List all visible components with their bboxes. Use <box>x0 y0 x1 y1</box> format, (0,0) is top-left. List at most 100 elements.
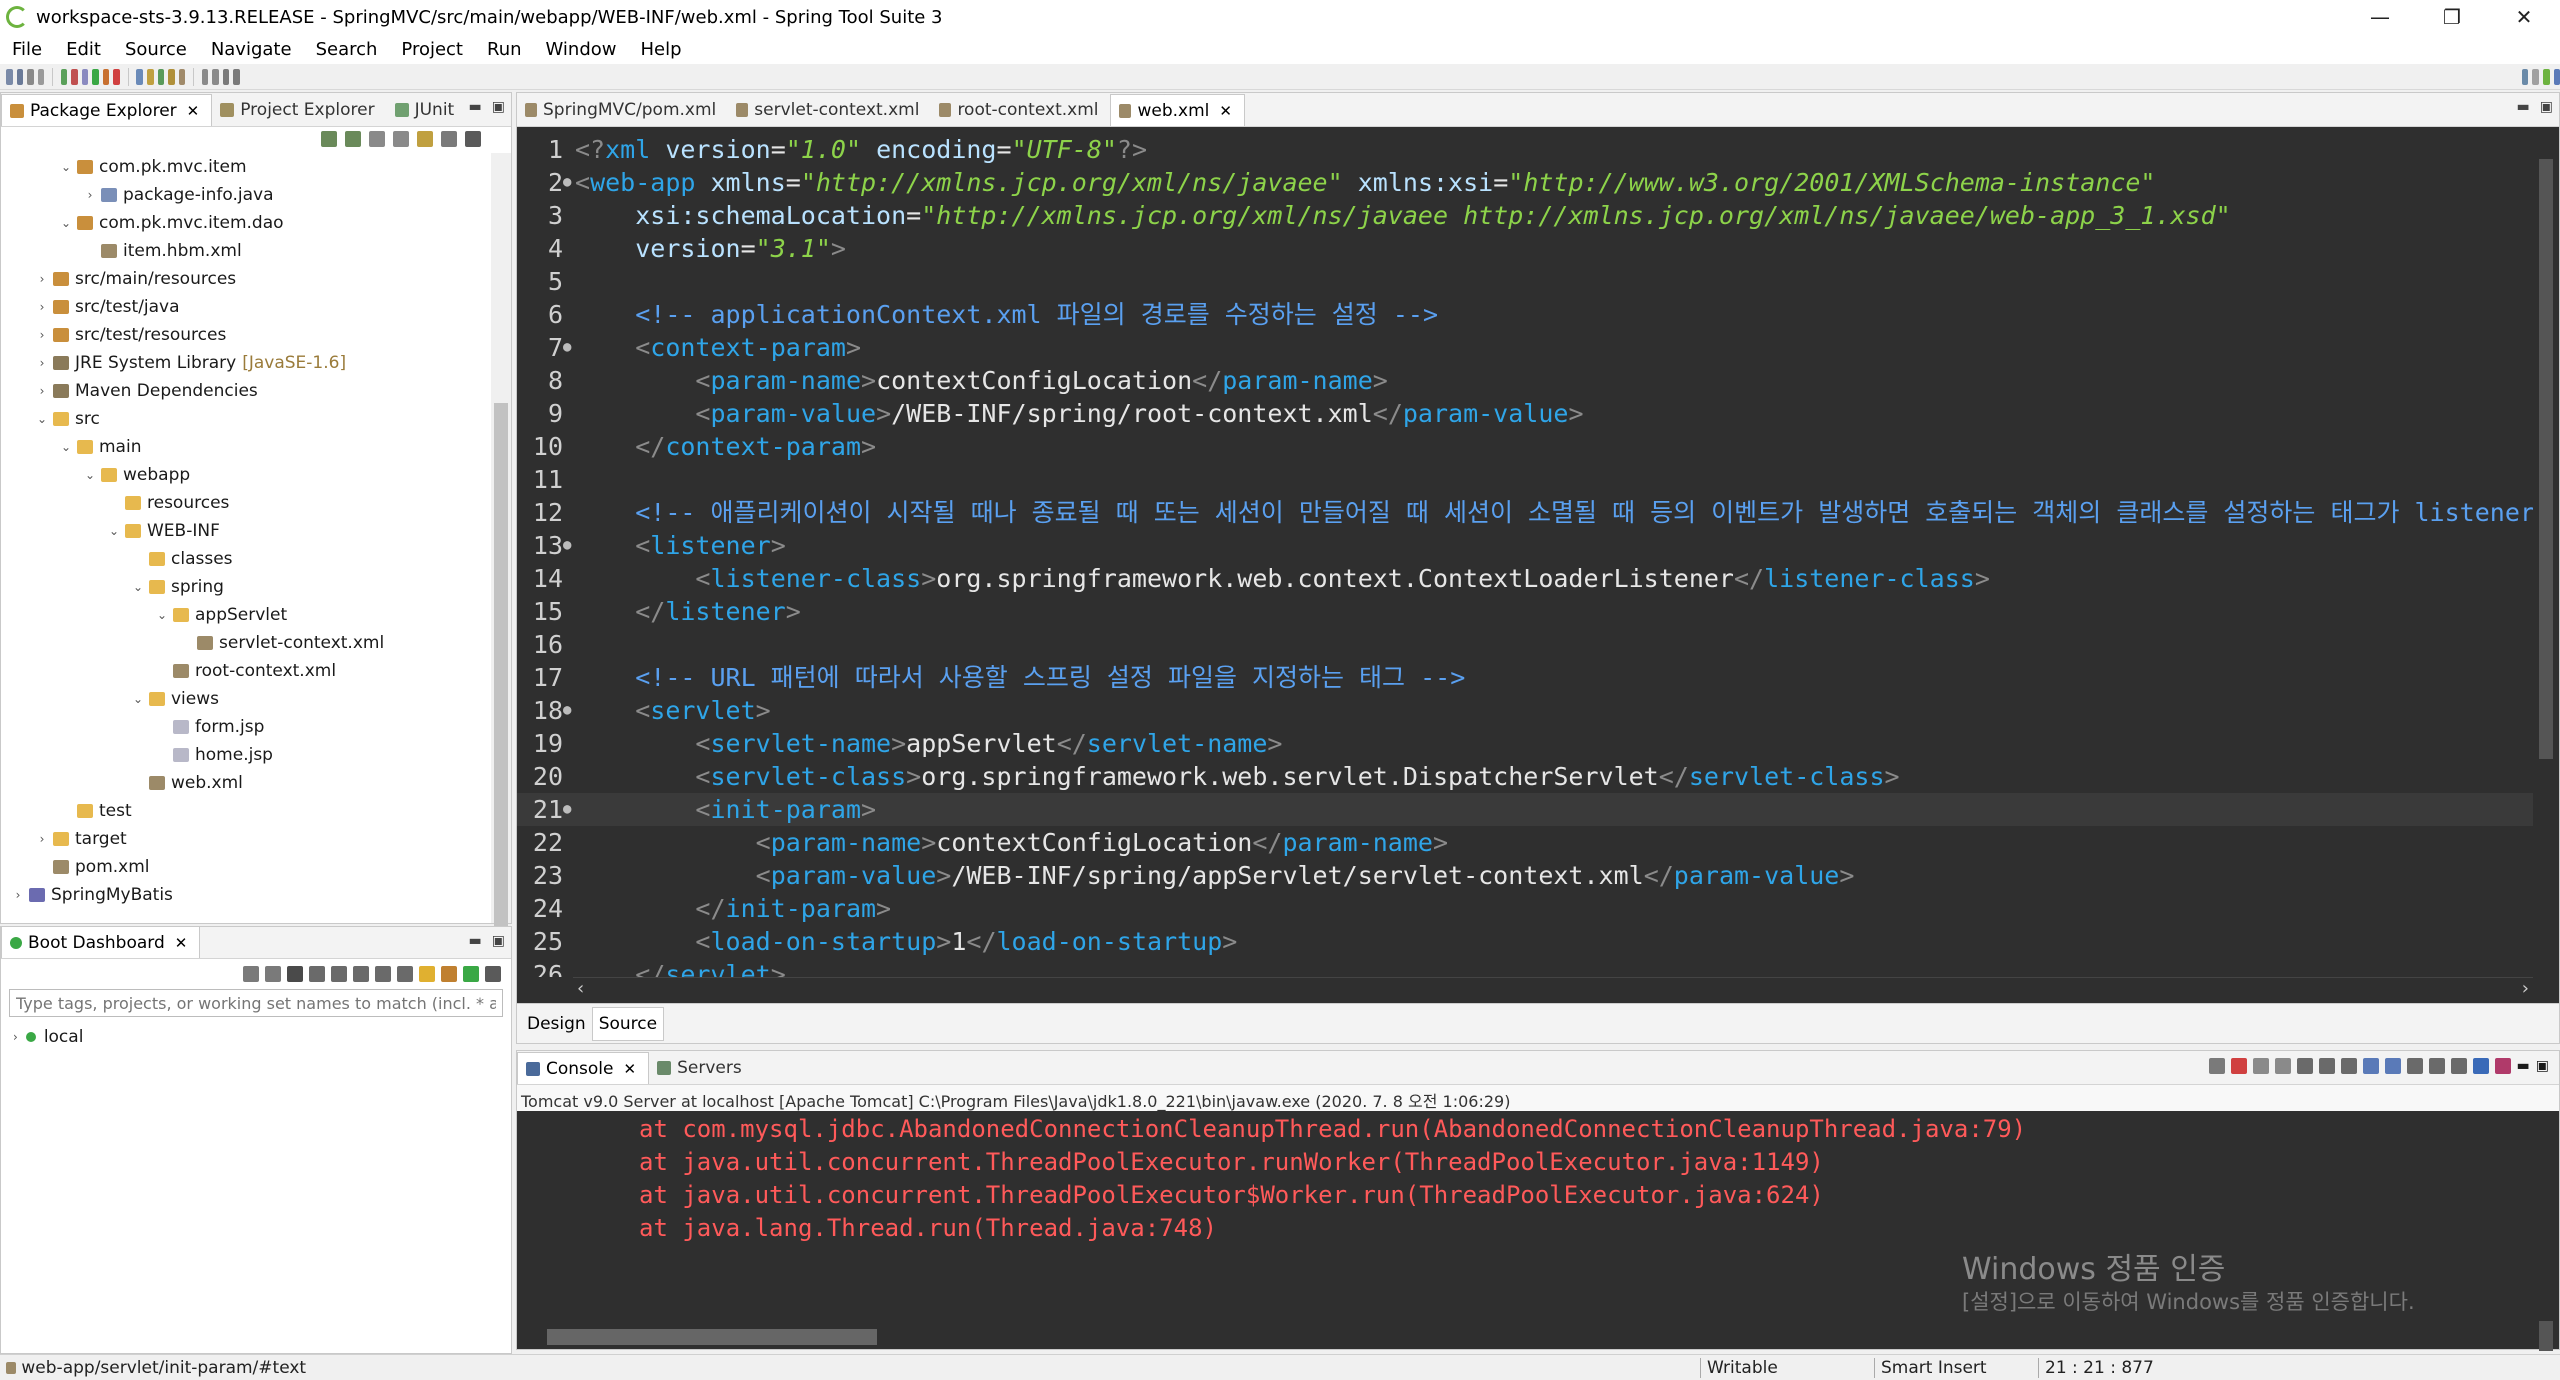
code-line[interactable]: 3 xsi:schemaLocation="http://xmlns.jcp.o… <box>517 199 2533 232</box>
close-icon[interactable]: ✕ <box>624 1060 637 1078</box>
close-window-button[interactable]: ✕ <box>2488 0 2560 34</box>
chevron-right-icon[interactable]: › <box>83 188 97 202</box>
chevron-down-icon[interactable]: ⌄ <box>59 440 73 454</box>
editor-vertical-scrollbar[interactable] <box>2533 129 2559 977</box>
tree-item[interactable]: › src/main/resources <box>35 265 237 293</box>
new-java-project-icon[interactable] <box>136 68 143 85</box>
close-icon[interactable]: ✕ <box>1219 102 1232 120</box>
code-line[interactable]: 9 <param-value>/WEB-INF/spring/root-cont… <box>517 397 2533 430</box>
chevron-right-icon[interactable]: › <box>35 356 49 370</box>
editor-horizontal-scrollbar[interactable]: ‹ › <box>573 977 2533 1001</box>
editor-tab[interactable]: SpringMVC/pom.xml <box>517 94 728 126</box>
tab-project-explorer[interactable]: Project Explorer <box>212 94 386 126</box>
run-icon[interactable] <box>92 68 99 85</box>
chevron-down-icon[interactable]: ⌄ <box>107 524 121 538</box>
code-line[interactable]: 1 <?xml version="1.0" encoding="UTF-8"?> <box>517 133 2533 166</box>
tree-item[interactable]: › src/test/java <box>35 293 180 321</box>
code-line[interactable]: 4 version="3.1"> <box>517 232 2533 265</box>
tree-item[interactable]: ⌄ views <box>131 685 219 713</box>
code-line[interactable]: 24 </init-param> <box>517 892 2533 925</box>
forward-icon[interactable] <box>345 131 361 147</box>
code-line[interactable]: 11 <box>517 463 2533 496</box>
search-icon[interactable] <box>2521 68 2529 85</box>
search-tool-icon[interactable] <box>178 68 186 85</box>
view-menu-icon[interactable] <box>465 131 481 147</box>
chevron-down-icon[interactable]: ⌄ <box>155 608 169 622</box>
console-vertical-scrollbar[interactable] <box>2533 1111 2559 1351</box>
scrollbar-thumb[interactable] <box>2539 1321 2553 1351</box>
remove-all-icon[interactable] <box>2274 1058 2291 1074</box>
chevron-down-icon[interactable]: ⌄ <box>59 216 73 230</box>
link-with-editor-icon[interactable] <box>417 131 433 147</box>
maximize-panel-icon[interactable]: ▣ <box>2536 1058 2549 1074</box>
display-selected-console-icon[interactable] <box>2428 1058 2445 1074</box>
menu-window[interactable]: Window <box>538 39 633 60</box>
tree-item[interactable]: resources <box>107 489 229 517</box>
new-class-icon[interactable] <box>157 68 165 85</box>
fold-marker-icon[interactable]: ● <box>563 694 575 727</box>
tab-console[interactable]: Console ✕ <box>517 1052 650 1084</box>
chevron-right-icon[interactable]: › <box>13 1030 18 1044</box>
chevron-right-icon[interactable]: › <box>11 888 25 902</box>
expose-icon[interactable] <box>353 966 369 982</box>
terminate-icon[interactable] <box>2230 1058 2247 1074</box>
tree-item[interactable]: test <box>59 797 132 825</box>
maximize-panel-icon[interactable]: ▣ <box>492 933 505 949</box>
minimize-panel-icon[interactable]: ▬ <box>469 99 482 115</box>
minimize-panel-icon[interactable]: ▬ <box>469 933 482 949</box>
collapse-all-icon[interactable] <box>393 131 409 147</box>
tab-servers[interactable]: Servers <box>649 1052 754 1084</box>
tree-item[interactable]: ⌄ src <box>35 405 100 433</box>
minimize-panel-icon[interactable]: ▬ <box>2517 1058 2530 1074</box>
code-line[interactable]: 21● <init-param> <box>517 793 2533 826</box>
maximize-panel-icon[interactable]: ▣ <box>492 99 505 115</box>
close-icon[interactable]: ✕ <box>187 102 200 120</box>
scroll-right-icon[interactable]: › <box>2522 978 2529 999</box>
new-package-icon[interactable] <box>147 68 154 85</box>
code-line[interactable]: 14 <listener-class>org.springframework.w… <box>517 562 2533 595</box>
scroll-left-icon[interactable]: ‹ <box>577 978 584 999</box>
tree-item[interactable]: ⌄ com.pk.mvc.item.dao <box>59 209 284 237</box>
pin-console-icon[interactable] <box>2406 1058 2423 1074</box>
code-line[interactable]: 13● <listener> <box>517 529 2533 562</box>
java-perspective-icon[interactable] <box>2553 68 2560 85</box>
tab-design[interactable]: Design <box>521 1008 592 1040</box>
add-icon[interactable] <box>463 966 479 982</box>
print-icon[interactable] <box>37 68 45 85</box>
chevron-right-icon[interactable]: › <box>35 272 49 286</box>
restart-icon[interactable] <box>243 966 259 982</box>
tree-item[interactable]: › target <box>35 825 127 853</box>
tab-junit[interactable]: JUnit <box>387 94 467 126</box>
chevron-right-icon[interactable]: › <box>35 832 49 846</box>
debug-restart-icon[interactable] <box>265 966 281 982</box>
fold-marker-icon[interactable]: ● <box>563 793 575 826</box>
lightbulb-icon[interactable] <box>419 966 435 982</box>
open-perspective-icon[interactable] <box>2532 68 2540 85</box>
save-all-icon[interactable] <box>27 68 34 85</box>
debug-console-icon[interactable] <box>2472 1058 2489 1074</box>
next-annotation-icon[interactable] <box>212 68 219 85</box>
tree-item[interactable]: › Maven Dependencies <box>35 377 258 405</box>
show-on-error-icon[interactable] <box>2384 1058 2401 1074</box>
tab-package-explorer[interactable]: Package Explorer ✕ <box>1 94 213 126</box>
tree-item[interactable]: ⌄ webapp <box>83 461 190 489</box>
code-line[interactable]: 16 <box>517 628 2533 661</box>
tree-item[interactable]: › package-info.java <box>83 181 274 209</box>
fold-marker-icon[interactable]: ● <box>563 529 575 562</box>
tree-item[interactable]: home.jsp <box>155 741 273 769</box>
chevron-down-icon[interactable]: ⌄ <box>35 412 49 426</box>
stop-icon[interactable] <box>71 68 78 85</box>
tree-item[interactable]: › SpringMyBatis <box>11 881 173 909</box>
chevron-down-icon[interactable]: ⌄ <box>83 468 97 482</box>
tree-item[interactable]: form.jsp <box>155 713 264 741</box>
menu-file[interactable]: File <box>4 39 58 60</box>
external-tools-icon[interactable] <box>102 68 110 85</box>
tab-source[interactable]: Source <box>591 1006 665 1041</box>
tab-boot-dashboard[interactable]: Boot Dashboard ✕ <box>1 926 201 958</box>
tree-item[interactable]: root-context.xml <box>155 657 336 685</box>
chevron-right-icon[interactable]: › <box>35 328 49 342</box>
tree-item[interactable]: › JRE System Library [JavaSE-1.6] <box>35 349 347 377</box>
chevron-down-icon[interactable]: ⌄ <box>59 160 73 174</box>
edit-icon[interactable] <box>375 966 391 982</box>
boot-local-target[interactable]: › local <box>13 1027 83 1047</box>
